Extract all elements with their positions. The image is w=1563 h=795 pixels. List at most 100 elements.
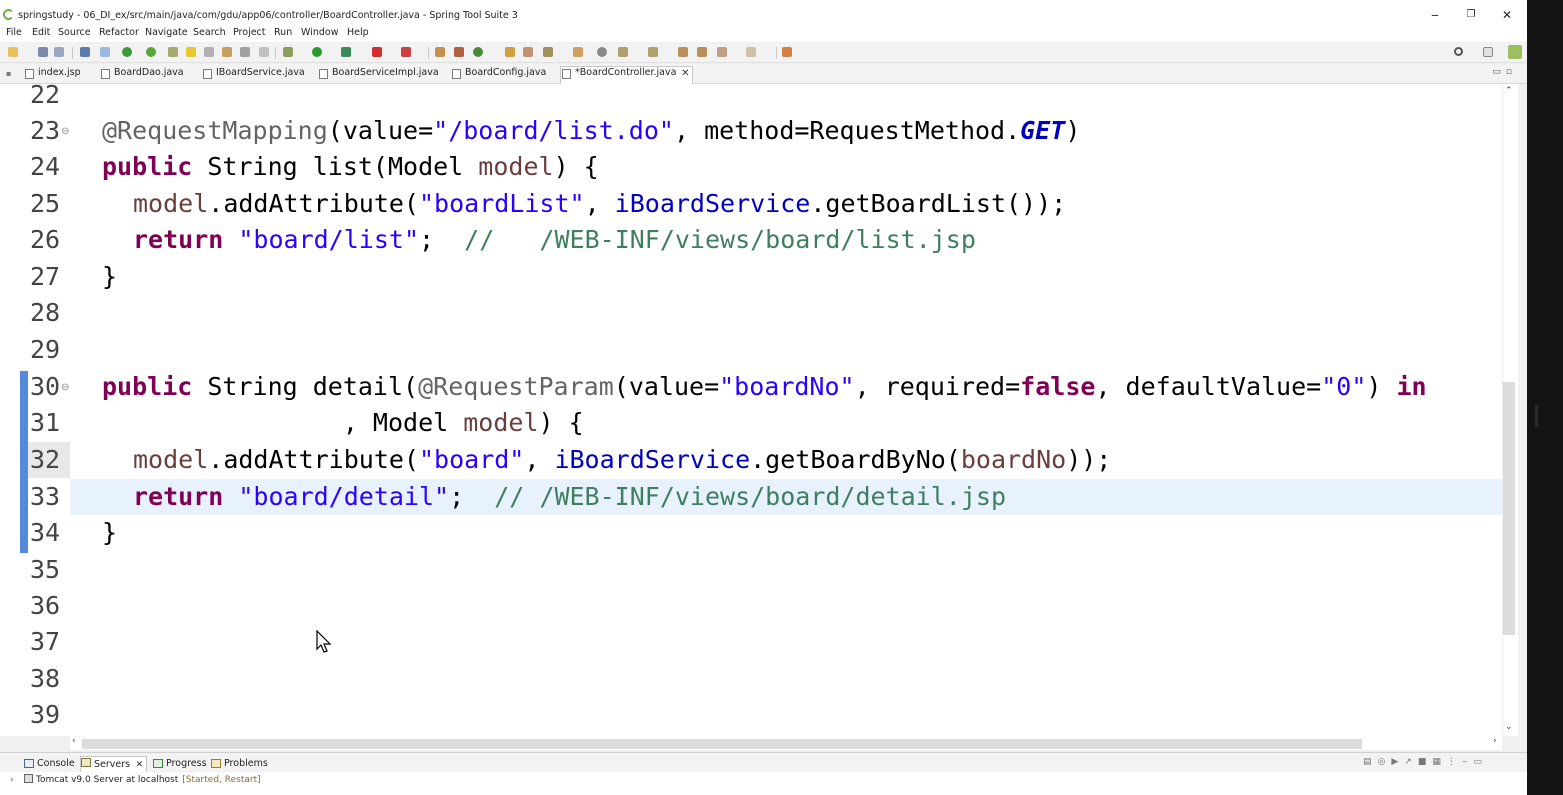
tab-close-icon[interactable]: ✕ [136,760,144,770]
last-edit-icon[interactable] [678,47,688,57]
run-icon[interactable] [312,47,322,57]
tab-boardserviceimpl[interactable]: BoardServiceImpl.java [318,67,439,84]
minimize-button[interactable]: ‒ [1420,6,1450,24]
tab-console[interactable]: Console [24,758,75,769]
annotation-icon[interactable] [573,47,583,57]
code-token: } [102,262,118,291]
server-row[interactable]: Tomcat v9.0 Server at localhost [Started,… [24,774,261,785]
package-explorer-icon[interactable]: ▪ [6,69,11,78]
stop-icon[interactable] [372,47,382,57]
menu-refactor[interactable]: Refactor [99,27,139,38]
menu-edit[interactable]: Edit [32,27,50,38]
new-java-project-icon[interactable] [435,47,445,57]
menu-bar: File Edit Source Refactor Navigate Searc… [0,26,1527,42]
terminal-icon[interactable] [80,47,90,57]
show-whitespace-icon[interactable] [259,47,269,57]
ide-window: springstudy - 06_DI_ex/src/main/java/com… [0,0,1527,795]
back-edit-icon[interactable] [697,47,707,57]
line-number: 39 [30,700,61,729]
code-token: "boardNo" [719,372,855,401]
search-icon[interactable] [1454,47,1463,56]
tab-servers[interactable]: Servers ✕ [80,756,148,773]
link-icon[interactable] [100,47,110,57]
servers-toolbar-icons[interactable]: ▤◎▶↗■▦⋮‒▭ [1363,757,1488,767]
expand-chevron-icon[interactable]: › [10,775,14,785]
code-token: model [463,408,539,437]
scroll-left-icon[interactable]: ‹ [72,736,76,746]
restore-button[interactable]: ❐ [1456,6,1486,24]
menu-navigate[interactable]: Navigate [145,27,188,38]
bottom-panel-tabs: Console Servers ✕ Progress Problems ▤◎▶↗… [0,752,1527,773]
code-token: return [133,482,224,511]
code-line-34: } [102,515,117,551]
menu-search[interactable]: Search [193,27,226,38]
open-type-icon[interactable] [168,47,178,57]
tab-boardcontroller[interactable]: *BoardController.java ✕ [560,66,694,84]
code-token: ; [419,225,465,254]
tab-close-icon[interactable]: ✕ [681,68,689,79]
spring-perspective-icon[interactable] [1508,45,1522,59]
code-token: GET [1020,116,1066,145]
search-task-icon[interactable] [523,47,533,57]
menu-help[interactable]: Help [347,27,369,38]
mark-occurrences-icon[interactable] [186,47,196,57]
server-stop-icon[interactable] [401,47,411,57]
debug-icon[interactable] [283,47,293,57]
menu-project[interactable]: Project [233,27,266,38]
tab-progress[interactable]: Progress [153,758,207,769]
save-icon[interactable] [38,47,48,57]
new-icon[interactable] [8,47,18,57]
next-annotation-icon[interactable] [618,47,628,57]
block-select-icon[interactable] [222,47,232,57]
code-token: "0" [1321,372,1367,401]
tab-boarddao[interactable]: BoardDao.java [100,67,184,84]
pin-editor-icon[interactable] [782,47,792,57]
code-editor[interactable]: 22 23 24 25 26 27 28 29 30 31 32 33 34 3… [0,80,1518,750]
open-perspective-icon[interactable] [1483,47,1493,57]
tab-label: BoardServiceImpl.java [332,67,439,78]
scroll-down-icon[interactable]: ⌄ [1505,722,1513,732]
tab-boardconfig[interactable]: BoardConfig.java [451,67,546,84]
code-token: .addAttribute( [208,189,419,218]
menu-file[interactable]: File [6,27,22,38]
scroll-up-icon[interactable]: ⌃ [1505,86,1513,96]
fold-toggle-icon[interactable]: ⊖ [61,382,69,393]
code-token: @RequestParam [418,372,614,401]
menu-source[interactable]: Source [58,27,91,38]
tab-problems[interactable]: Problems [211,758,268,769]
change-ruler-marker [20,371,28,553]
scroll-right-icon[interactable]: › [1493,736,1497,746]
tab-label: BoardDao.java [114,67,184,78]
code-token: String list(Model [192,152,479,181]
run-external-icon[interactable] [341,47,351,57]
fold-toggle-icon[interactable]: ⊖ [61,126,69,137]
horizontal-scroll-thumb[interactable] [82,739,1362,749]
whitespace-icon[interactable] [240,47,250,57]
word-wrap-icon[interactable] [204,47,214,57]
menu-run[interactable]: Run [274,27,292,38]
code-token: , required= [854,372,1021,401]
back-icon[interactable] [717,47,727,57]
progress-icon [153,759,163,768]
tab-iboardservice[interactable]: IBoardService.java [202,67,305,84]
code-line-30: public String detail(@RequestParam(value… [102,369,1427,405]
open-task-icon[interactable] [505,47,515,57]
save-all-icon[interactable] [54,47,64,57]
close-window-button[interactable]: ✕ [1492,6,1522,24]
code-token: model [478,152,554,181]
new-class-icon[interactable] [473,47,483,57]
editor-minmax-icons[interactable]: ▭▫ [1492,67,1517,77]
globe-icon[interactable] [597,47,607,57]
forward-icon[interactable] [746,47,756,57]
code-token: String detail( [192,372,419,401]
prev-annotation-icon[interactable] [648,47,658,57]
code-token: .getBoardList()); [810,189,1067,218]
vertical-scroll-thumb[interactable] [1503,382,1515,635]
server-state: [Started, Restart] [182,775,261,785]
menu-window[interactable]: Window [301,27,338,38]
code-token: false [1020,372,1096,401]
pen-icon[interactable] [543,47,553,57]
refresh-icon[interactable] [146,47,156,57]
boot-dashboard-icon[interactable] [122,47,132,57]
new-package-icon[interactable] [454,47,464,57]
